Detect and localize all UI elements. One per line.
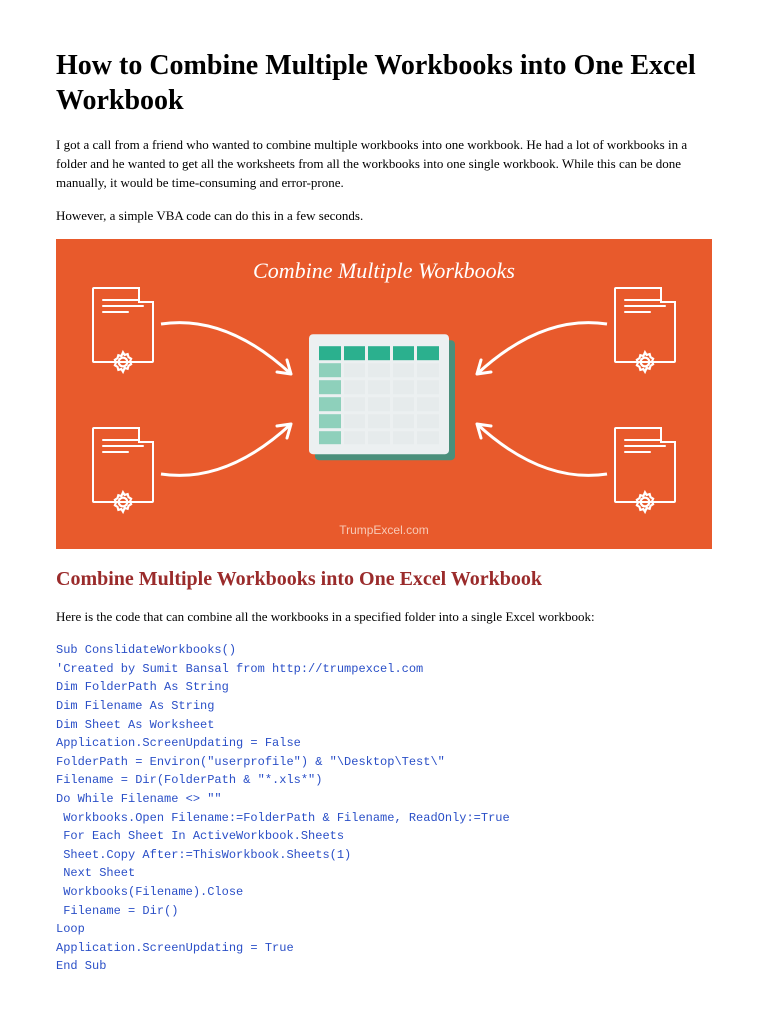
code-block: Sub ConslidateWorkbooks() 'Created by Su… [56, 641, 712, 976]
arrow-icon [156, 399, 306, 489]
arrow-icon [462, 309, 612, 399]
section-heading: Combine Multiple Workbooks into One Exce… [56, 565, 712, 594]
page-title: How to Combine Multiple Workbooks into O… [56, 48, 712, 118]
hero-title: Combine Multiple Workbooks [56, 255, 712, 287]
arrow-icon [156, 309, 306, 399]
gear-icon [110, 489, 136, 515]
hero-banner: Combine Multiple Workbooks TrumpExcel.co… [56, 239, 712, 549]
gear-icon [110, 349, 136, 375]
document-icon [92, 427, 154, 503]
hero-footer: TrumpExcel.com [56, 522, 712, 539]
intro-paragraph-2: However, a simple VBA code can do this i… [56, 207, 712, 226]
gear-icon [632, 349, 658, 375]
arrow-icon [462, 399, 612, 489]
section-intro: Here is the code that can combine all th… [56, 608, 712, 627]
document-icon [92, 287, 154, 363]
document-icon [614, 287, 676, 363]
intro-paragraph-1: I got a call from a friend who wanted to… [56, 136, 712, 193]
spreadsheet-icon [309, 335, 459, 465]
document-icon [614, 427, 676, 503]
gear-icon [632, 489, 658, 515]
